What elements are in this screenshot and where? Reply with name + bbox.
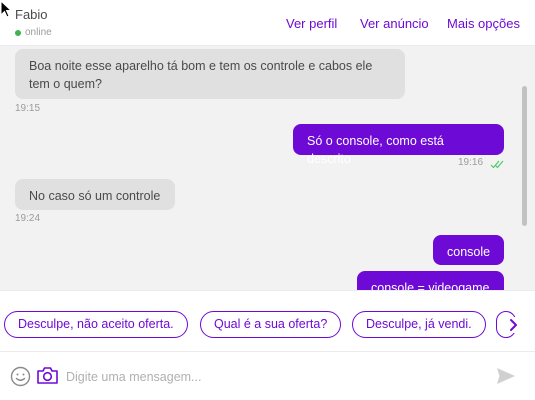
quick-reply-already-sold[interactable]: Desculpe, já vendi. bbox=[352, 311, 486, 338]
messages-scrollbar[interactable] bbox=[522, 86, 527, 226]
cursor-arrow-icon bbox=[0, 0, 12, 18]
quick-reply-decline-offer[interactable]: Desculpe, não aceito oferta. bbox=[4, 311, 188, 338]
message-bubble-outgoing: console = videogame bbox=[357, 271, 504, 290]
message-bubble-incoming: Boa noite esse aparelho tá bom e tem os … bbox=[15, 49, 405, 99]
message-bubble-outgoing: console bbox=[433, 235, 504, 265]
chevron-right-icon[interactable] bbox=[506, 317, 520, 333]
view-profile-link[interactable]: Ver perfil bbox=[286, 16, 337, 31]
view-listing-link[interactable]: Ver anúncio bbox=[360, 16, 429, 31]
online-status-label: online bbox=[25, 27, 52, 38]
quick-replies-bar: Desculpe, não aceito oferta. Qual é a su… bbox=[0, 290, 535, 352]
camera-icon[interactable] bbox=[36, 365, 59, 386]
online-status: online bbox=[15, 27, 52, 38]
quick-reply-ask-offer[interactable]: Qual é a sua oferta? bbox=[200, 311, 342, 338]
message-composer bbox=[0, 352, 535, 400]
read-receipt-icon bbox=[490, 160, 504, 169]
message-bubble-incoming: No caso só um controle bbox=[15, 179, 175, 210]
message-bubble-outgoing: Só o console, como está descrito bbox=[293, 124, 504, 166]
online-dot-icon bbox=[15, 29, 21, 36]
more-options-link[interactable]: Mais opções bbox=[447, 16, 520, 31]
message-timestamp: 19:16 bbox=[458, 157, 484, 168]
message-timestamp: 19:24 bbox=[15, 213, 41, 224]
message-timestamp: 19:15 bbox=[15, 103, 41, 114]
smiley-icon[interactable] bbox=[10, 366, 31, 387]
contact-name: Fabio bbox=[15, 7, 48, 22]
send-icon[interactable] bbox=[496, 367, 516, 385]
message-input[interactable] bbox=[66, 366, 486, 388]
message-list[interactable]: Boa noite esse aparelho tá bom e tem os … bbox=[0, 46, 535, 290]
chat-header: Fabio online Ver perfil Ver anúncio Mais… bbox=[0, 0, 535, 46]
